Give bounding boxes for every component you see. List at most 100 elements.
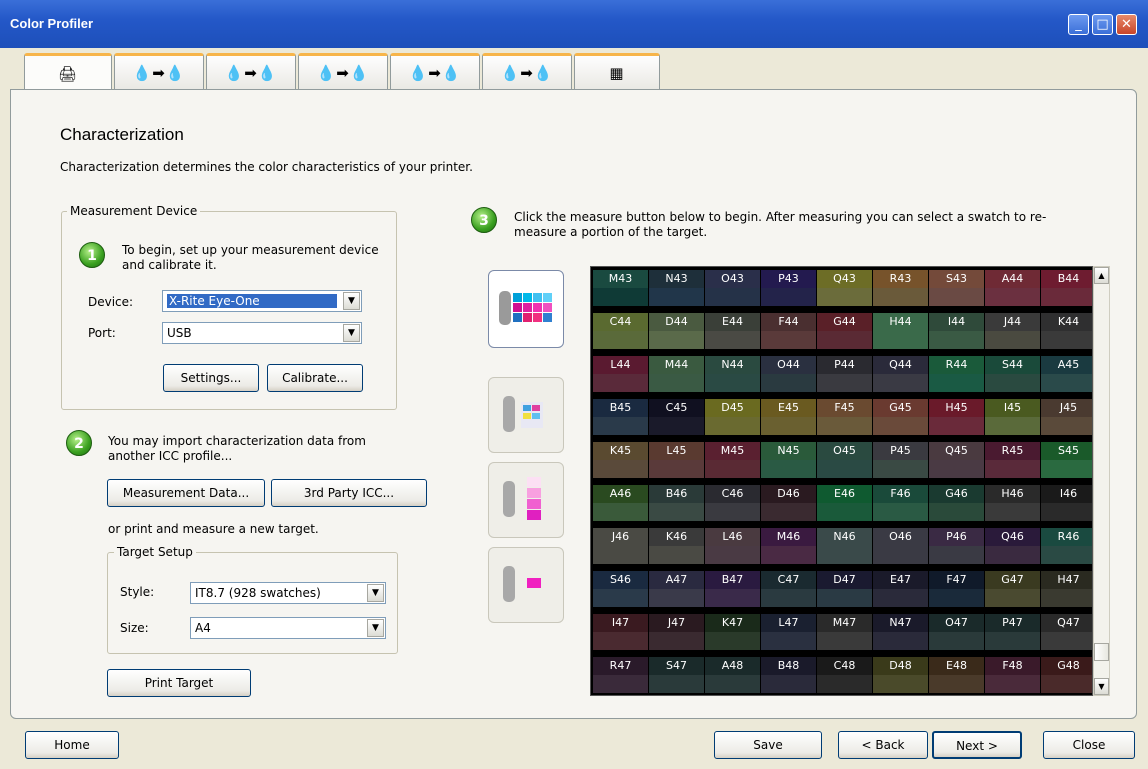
swatch-cell[interactable]: D48: [873, 657, 928, 695]
scroll-down-icon[interactable]: ▼: [1094, 678, 1109, 695]
swatch-cell[interactable]: B44: [1041, 270, 1092, 308]
swatch-cell[interactable]: H46: [985, 485, 1040, 523]
swatch-cell[interactable]: R44: [929, 356, 984, 394]
tab-linearization[interactable]: 💧➡💧: [298, 53, 388, 90]
swatch-cell[interactable]: F44: [761, 313, 816, 351]
swatch-grid[interactable]: M43 N43 O43 P43 Q43 R43 S43 A44 B44 C44 D44 E44 F44 G…: [590, 266, 1093, 696]
swatch-cell[interactable]: S47: [649, 657, 704, 695]
third-party-icc-button[interactable]: 3rd Party ICC...: [271, 479, 427, 507]
swatch-cell[interactable]: B47: [705, 571, 760, 609]
close-icon[interactable]: ✕: [1116, 14, 1137, 35]
next-button[interactable]: Next >: [932, 731, 1022, 759]
chevron-down-icon[interactable]: ▼: [343, 292, 360, 310]
swatch-cell[interactable]: K45: [593, 442, 648, 480]
swatch-cell[interactable]: M47: [817, 614, 872, 652]
swatch-cell[interactable]: K44: [1041, 313, 1092, 351]
swatch-cell[interactable]: J47: [649, 614, 704, 652]
swatch-cell[interactable]: L47: [761, 614, 816, 652]
swatch-cell[interactable]: G44: [817, 313, 872, 351]
swatch-cell[interactable]: A48: [705, 657, 760, 695]
measure-full-target-button[interactable]: [488, 270, 564, 348]
swatch-cell[interactable]: P44: [817, 356, 872, 394]
scroll-thumb[interactable]: [1094, 643, 1109, 661]
device-select[interactable]: X-Rite Eye-One ▼: [162, 290, 362, 312]
swatch-cell[interactable]: C48: [817, 657, 872, 695]
swatch-cell[interactable]: R45: [985, 442, 1040, 480]
swatch-cell[interactable]: S44: [985, 356, 1040, 394]
swatch-cell[interactable]: Q47: [1041, 614, 1092, 652]
swatch-cell[interactable]: M43: [593, 270, 648, 308]
swatch-cell[interactable]: C45: [649, 399, 704, 437]
swatch-cell[interactable]: G45: [873, 399, 928, 437]
swatch-cell[interactable]: E47: [873, 571, 928, 609]
swatch-cell[interactable]: R46: [1041, 528, 1092, 566]
chevron-down-icon[interactable]: ▼: [367, 584, 384, 602]
maximize-icon[interactable]: □: [1092, 14, 1113, 35]
style-select[interactable]: IT8.7 (928 swatches) ▼: [190, 582, 386, 604]
minimize-icon[interactable]: _: [1068, 14, 1089, 35]
swatch-cell[interactable]: O44: [761, 356, 816, 394]
close-button[interactable]: Close: [1043, 731, 1135, 759]
swatch-cell[interactable]: A45: [1041, 356, 1092, 394]
scroll-up-icon[interactable]: ▲: [1094, 267, 1109, 284]
swatch-scrollbar[interactable]: ▲ ▼: [1093, 266, 1110, 696]
swatch-cell[interactable]: Q44: [873, 356, 928, 394]
swatch-cell[interactable]: N43: [649, 270, 704, 308]
swatch-cell[interactable]: F48: [985, 657, 1040, 695]
back-button[interactable]: < Back: [838, 731, 928, 759]
swatch-cell[interactable]: J44: [985, 313, 1040, 351]
swatch-cell[interactable]: A46: [593, 485, 648, 523]
swatch-cell[interactable]: B48: [761, 657, 816, 695]
swatch-cell[interactable]: F46: [873, 485, 928, 523]
tab-cmyk-to-cmy[interactable]: 💧➡💧: [114, 53, 204, 90]
swatch-cell[interactable]: M45: [705, 442, 760, 480]
swatch-cell[interactable]: Q46: [985, 528, 1040, 566]
swatch-cell[interactable]: O47: [929, 614, 984, 652]
swatch-cell[interactable]: E45: [761, 399, 816, 437]
swatch-cell[interactable]: O43: [705, 270, 760, 308]
swatch-cell[interactable]: C44: [593, 313, 648, 351]
swatch-cell[interactable]: M46: [761, 528, 816, 566]
swatch-cell[interactable]: D44: [649, 313, 704, 351]
swatch-cell[interactable]: I47: [593, 614, 648, 652]
swatch-cell[interactable]: D47: [817, 571, 872, 609]
swatch-cell[interactable]: E46: [817, 485, 872, 523]
print-target-button[interactable]: Print Target: [107, 669, 251, 697]
chevron-down-icon[interactable]: ▼: [367, 619, 384, 637]
swatch-cell[interactable]: G46: [929, 485, 984, 523]
swatch-cell[interactable]: H45: [929, 399, 984, 437]
swatch-cell[interactable]: S43: [929, 270, 984, 308]
swatch-cell[interactable]: D45: [705, 399, 760, 437]
swatch-cell[interactable]: P46: [929, 528, 984, 566]
swatch-cell[interactable]: J45: [1041, 399, 1092, 437]
chevron-down-icon[interactable]: ▼: [343, 324, 360, 342]
swatch-cell[interactable]: P47: [985, 614, 1040, 652]
swatch-cell[interactable]: A44: [985, 270, 1040, 308]
swatch-cell[interactable]: I46: [1041, 485, 1092, 523]
swatch-cell[interactable]: O46: [873, 528, 928, 566]
tab-black-generation[interactable]: 💧➡💧: [482, 53, 572, 90]
calibrate-button[interactable]: Calibrate...: [267, 364, 363, 392]
swatch-cell[interactable]: H47: [1041, 571, 1092, 609]
swatch-cell[interactable]: R43: [873, 270, 928, 308]
measure-strip-button[interactable]: [488, 462, 564, 538]
tab-printer[interactable]: 🖨: [24, 53, 112, 92]
measure-patch-button[interactable]: [488, 377, 564, 453]
tab-ink-limit[interactable]: 💧➡💧: [206, 53, 296, 90]
swatch-cell[interactable]: B45: [593, 399, 648, 437]
swatch-cell[interactable]: F47: [929, 571, 984, 609]
swatch-cell[interactable]: H44: [873, 313, 928, 351]
swatch-cell[interactable]: S45: [1041, 442, 1092, 480]
swatch-cell[interactable]: E44: [705, 313, 760, 351]
swatch-cell[interactable]: S46: [593, 571, 648, 609]
swatch-cell[interactable]: P43: [761, 270, 816, 308]
swatch-cell[interactable]: L45: [649, 442, 704, 480]
measurement-data-button[interactable]: Measurement Data...: [107, 479, 265, 507]
size-select[interactable]: A4 ▼: [190, 617, 386, 639]
swatch-cell[interactable]: E48: [929, 657, 984, 695]
swatch-cell[interactable]: B46: [649, 485, 704, 523]
swatch-cell[interactable]: M44: [649, 356, 704, 394]
swatch-cell[interactable]: I44: [929, 313, 984, 351]
swatch-cell[interactable]: N45: [761, 442, 816, 480]
measure-single-button[interactable]: [488, 547, 564, 623]
